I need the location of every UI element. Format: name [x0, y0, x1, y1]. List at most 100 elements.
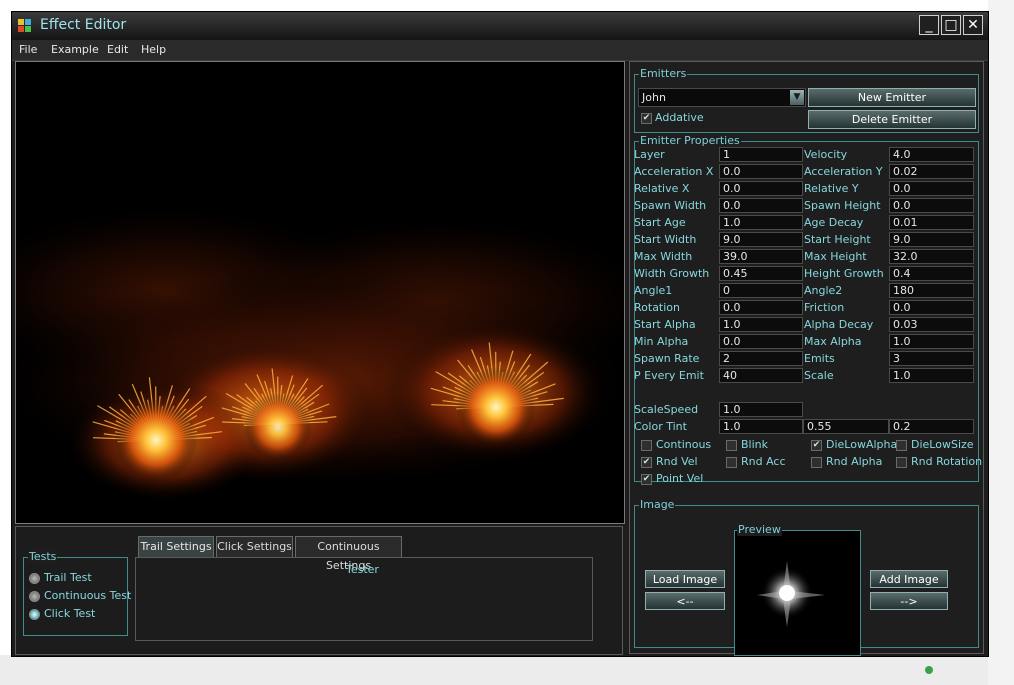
- property-label: Spawn Height: [804, 199, 881, 212]
- property-value-field[interactable]: 39.0: [719, 249, 803, 264]
- minimize-button[interactable]: _: [919, 15, 939, 35]
- effect-editor-window: Effect Editor _ □ ✕ File Example Edit He…: [11, 11, 989, 657]
- check-icon: ✔: [642, 113, 651, 123]
- trail-test-radio[interactable]: [29, 573, 40, 584]
- color-tint-red-field[interactable]: 1.0: [719, 419, 803, 434]
- property-value-field[interactable]: 1.0: [889, 334, 974, 349]
- next-image-button[interactable]: -->: [870, 592, 948, 610]
- property-label: P Every Emit: [634, 369, 704, 382]
- option-checkbox[interactable]: [726, 457, 737, 468]
- property-value-field[interactable]: 1: [719, 147, 803, 162]
- effect-preview-canvas[interactable]: [15, 61, 625, 524]
- property-label: Max Height: [804, 250, 867, 263]
- color-tint-blue-field[interactable]: 0.2: [889, 419, 974, 434]
- tab-click-settings[interactable]: Click Settings: [216, 536, 293, 557]
- property-label: Emits: [804, 352, 835, 365]
- option-checkbox[interactable]: [726, 440, 737, 451]
- menu-example[interactable]: Example: [51, 43, 99, 56]
- background-ide-bottom: [0, 655, 988, 685]
- property-value-field[interactable]: 0.0: [719, 300, 803, 315]
- previous-image-button[interactable]: <--: [645, 592, 725, 610]
- emitter-settings-panel: Emitters John ▼ New Emitter ✔ Addative D…: [629, 61, 984, 656]
- continuous-test-label[interactable]: Continuous Test: [44, 589, 131, 602]
- color-tint-green-field[interactable]: 0.55: [803, 419, 889, 434]
- title-bar[interactable]: Effect Editor _ □ ✕: [12, 12, 988, 40]
- scale-speed-label: ScaleSpeed: [634, 403, 699, 416]
- property-value-field[interactable]: 180: [889, 283, 974, 298]
- property-value-field[interactable]: 0.0: [719, 198, 803, 213]
- property-label: Start Alpha: [634, 318, 696, 331]
- property-value-field[interactable]: 0.01: [889, 215, 974, 230]
- property-value-field[interactable]: 0.0: [719, 334, 803, 349]
- close-button[interactable]: ✕: [963, 15, 983, 35]
- property-value-field[interactable]: 9.0: [889, 232, 974, 247]
- option-checkbox-label: Continous: [656, 438, 712, 451]
- property-label: Spawn Width: [634, 199, 707, 212]
- option-checkbox-label: DieLowSize: [911, 438, 974, 451]
- property-label: Acceleration Y: [804, 165, 883, 178]
- additive-checkbox[interactable]: ✔: [641, 113, 652, 124]
- background-outline-row: [895, 660, 1014, 685]
- continuous-test-radio[interactable]: [29, 591, 40, 602]
- delete-emitter-button[interactable]: Delete Emitter: [808, 110, 976, 129]
- new-emitter-button[interactable]: New Emitter: [808, 88, 976, 107]
- property-value-field[interactable]: 0: [719, 283, 803, 298]
- property-value-field[interactable]: 4.0: [889, 147, 974, 162]
- option-checkbox[interactable]: ✔: [641, 457, 652, 468]
- property-value-field[interactable]: 3: [889, 351, 974, 366]
- emitter-properties-group: Emitter Properties Layer 1 Velocity 4.0 Acce…: [634, 134, 982, 485]
- emitter-select[interactable]: John ▼: [638, 88, 806, 107]
- property-value-field[interactable]: 0.0: [889, 300, 974, 315]
- property-label: Relative Y: [804, 182, 859, 195]
- property-value-field[interactable]: 1.0: [889, 368, 974, 383]
- property-value-field[interactable]: 0.02: [889, 164, 974, 179]
- click-test-label[interactable]: Click Test: [44, 607, 95, 620]
- property-label: Start Age: [634, 216, 686, 229]
- option-checkbox[interactable]: [641, 440, 652, 451]
- property-value-field[interactable]: 0.0: [719, 164, 803, 179]
- background-ide-panel: [988, 0, 1014, 685]
- option-checkbox[interactable]: ✔: [641, 474, 652, 485]
- property-label: Max Alpha: [804, 335, 862, 348]
- tab-continuous-settings[interactable]: Continuous Settings: [295, 536, 402, 572]
- property-value-field[interactable]: 1.0: [719, 215, 803, 230]
- property-value-field[interactable]: 0.03: [889, 317, 974, 332]
- minimize-icon: _: [925, 17, 933, 33]
- click-test-radio[interactable]: [29, 609, 40, 620]
- option-checkbox-label: Rnd Alpha: [826, 455, 883, 468]
- emitter-properties-title: Emitter Properties: [639, 134, 741, 147]
- maximize-button[interactable]: □: [941, 15, 961, 35]
- scale-speed-field[interactable]: 1.0: [719, 402, 803, 417]
- menu-help[interactable]: Help: [141, 43, 166, 56]
- image-preview: Preview: [734, 523, 861, 656]
- property-value-field[interactable]: 0.0: [889, 181, 974, 196]
- property-label: Min Alpha: [634, 335, 689, 348]
- property-value-field[interactable]: 2: [719, 351, 803, 366]
- menu-edit[interactable]: Edit: [107, 43, 128, 56]
- property-value-field[interactable]: 0.4: [889, 266, 974, 281]
- property-value-field[interactable]: 0.0: [719, 181, 803, 196]
- tests-group-title: Tests: [28, 550, 58, 563]
- option-checkbox[interactable]: [896, 440, 907, 451]
- load-image-button[interactable]: Load Image: [645, 570, 725, 588]
- menu-file[interactable]: File: [19, 43, 37, 56]
- maximize-icon: □: [944, 17, 958, 33]
- property-value-field[interactable]: 0.45: [719, 266, 803, 281]
- option-checkbox[interactable]: [896, 457, 907, 468]
- property-value-field[interactable]: 40: [719, 368, 803, 383]
- property-value-field[interactable]: 0.0: [889, 198, 974, 213]
- option-checkbox[interactable]: [811, 457, 822, 468]
- trail-test-label[interactable]: Trail Test: [44, 571, 92, 584]
- chevron-down-icon[interactable]: ▼: [790, 90, 804, 105]
- property-label: Scale: [804, 369, 834, 382]
- image-group-title: Image: [639, 498, 676, 511]
- property-value-field[interactable]: 9.0: [719, 232, 803, 247]
- property-value-field[interactable]: 32.0: [889, 249, 974, 264]
- option-checkbox[interactable]: ✔: [811, 440, 822, 451]
- add-image-button[interactable]: Add Image: [870, 570, 948, 588]
- tab-trail-settings[interactable]: Trail Settings: [138, 536, 214, 557]
- test-settings-panel: Tests Trail Test Continuous Test Click T…: [15, 526, 623, 655]
- property-value-field[interactable]: 1.0: [719, 317, 803, 332]
- property-label: Alpha Decay: [804, 318, 874, 331]
- property-label: Start Width: [634, 233, 697, 246]
